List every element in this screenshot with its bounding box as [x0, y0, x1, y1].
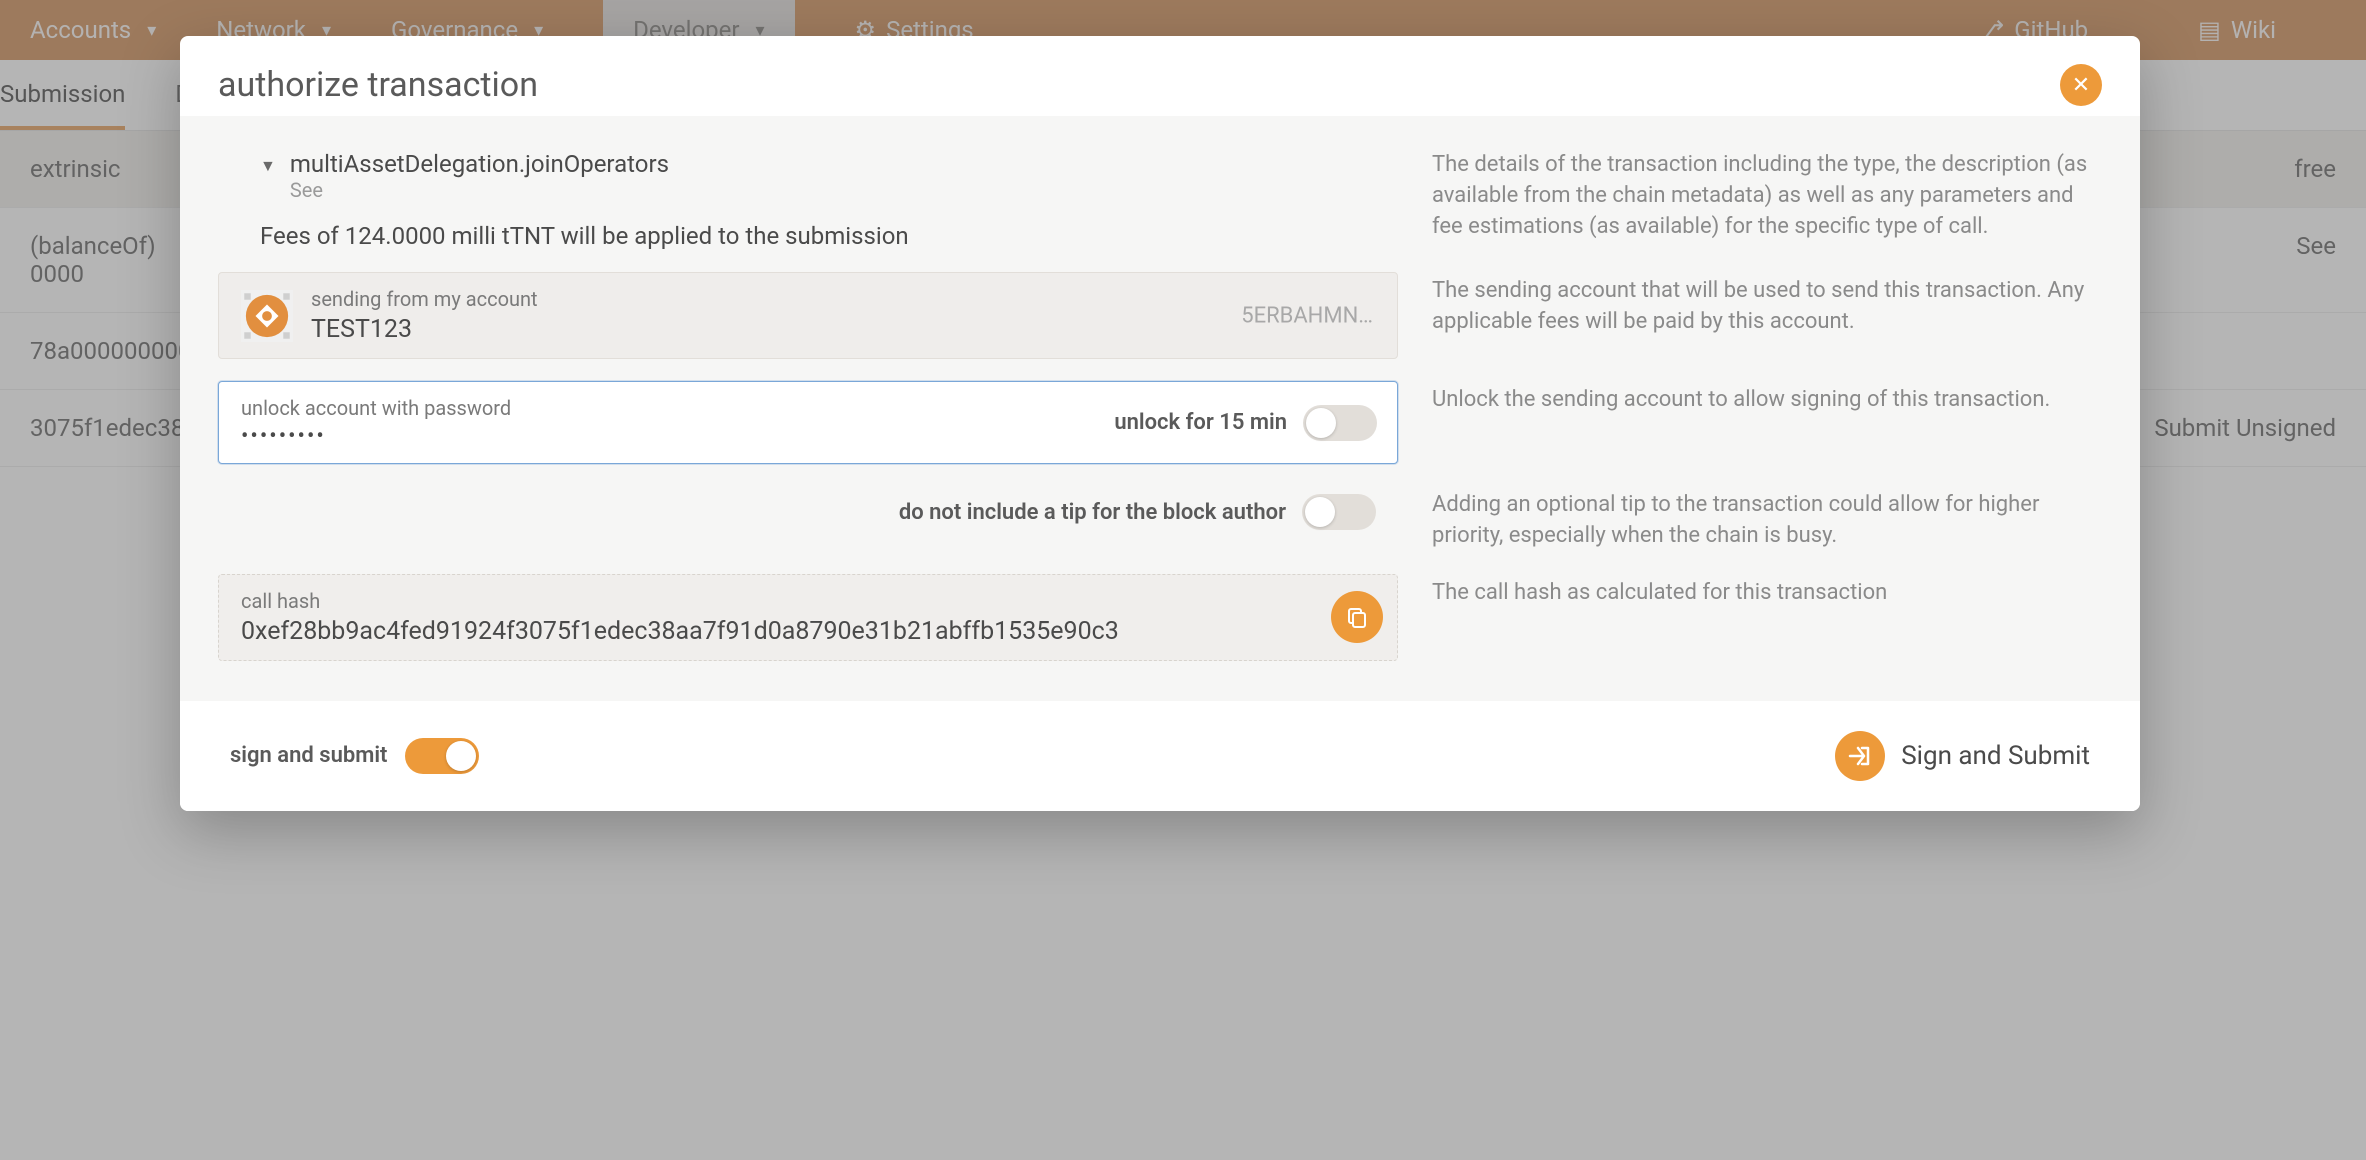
sign-in-icon	[1848, 744, 1872, 768]
sending-account-card[interactable]: sending from my account TEST123 5ERBAHMN…	[218, 272, 1398, 359]
sign-and-submit-label: Sign and Submit	[1901, 741, 2090, 771]
fees-line: Fees of 124.0000 milli tTNT will be appl…	[218, 222, 1398, 250]
desc-callhash: The call hash as calculated for this tra…	[1432, 574, 2102, 609]
unlock-15min-label: unlock for 15 min	[1114, 410, 1287, 435]
sign-and-submit-button[interactable]: Sign and Submit	[1835, 731, 2090, 781]
method-sub: See	[290, 178, 669, 202]
close-button[interactable]: ✕	[2060, 64, 2102, 106]
call-hash-label: call hash	[241, 589, 1317, 613]
close-icon: ✕	[2072, 73, 2090, 98]
unlock-15min-toggle[interactable]	[1303, 405, 1377, 441]
desc-password: Unlock the sending account to allow sign…	[1432, 381, 2102, 416]
password-card[interactable]: unlock account with password ••••••••• u…	[218, 381, 1398, 464]
authorize-transaction-modal: authorize transaction ✕ ▼ multiAssetDele…	[180, 36, 2140, 811]
modal-body: ▼ multiAssetDelegation.joinOperators See…	[180, 116, 2140, 701]
modal-title: authorize transaction	[218, 65, 538, 105]
sign-submit-toggle-label: sign and submit	[230, 743, 387, 768]
copy-icon	[1345, 605, 1369, 629]
desc-tip: Adding an optional tip to the transactio…	[1432, 486, 2102, 552]
tip-toggle[interactable]	[1302, 494, 1376, 530]
call-hash-card: call hash 0xef28bb9ac4fed91924f3075f1ede…	[218, 574, 1398, 661]
account-name: TEST123	[311, 315, 1375, 344]
modal-footer: sign and submit Sign and Submit	[180, 701, 2140, 811]
method-block[interactable]: ▼ multiAssetDelegation.joinOperators See	[218, 146, 1398, 208]
method-name: multiAssetDelegation.joinOperators	[290, 150, 669, 178]
account-short-addr: 5ERBAHMN…	[1241, 303, 1373, 328]
desc-account: The sending account that will be used to…	[1432, 272, 2102, 338]
tip-label: do not include a tip for the block autho…	[899, 500, 1286, 525]
modal-header: authorize transaction ✕	[180, 36, 2140, 116]
identicon	[241, 290, 293, 342]
desc-method: The details of the transaction including…	[1432, 146, 2102, 242]
copy-call-hash-button[interactable]	[1331, 591, 1383, 643]
sign-submit-toggle[interactable]	[405, 738, 479, 774]
account-label: sending from my account	[311, 287, 1375, 311]
chevron-down-icon: ▼	[260, 156, 276, 176]
call-hash-value: 0xef28bb9ac4fed91924f3075f1edec38aa7f91d…	[241, 617, 1317, 646]
